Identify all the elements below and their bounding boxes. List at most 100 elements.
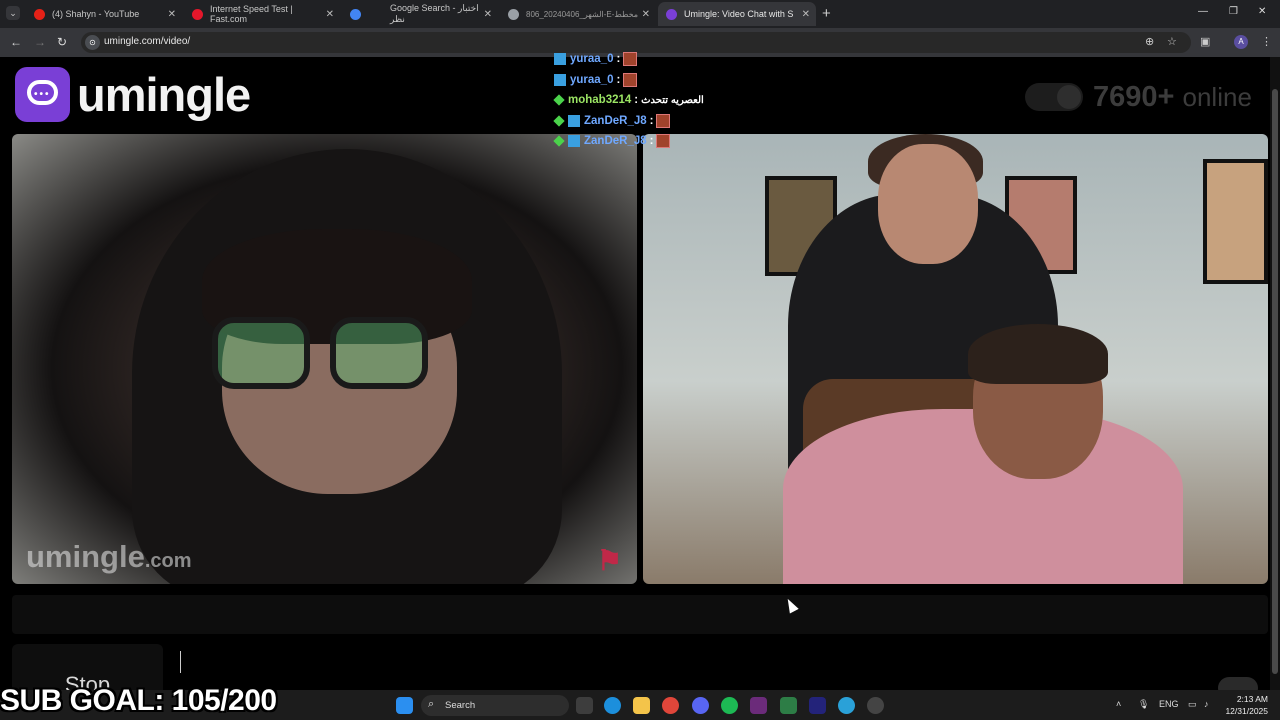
task-view-icon[interactable]	[576, 697, 593, 714]
site-info-icon[interactable]: ⊙	[85, 35, 100, 50]
page-content: ••• umingle 7690+ online umingle.com ⚑ y…	[0, 52, 1270, 720]
online-count-value: 7690+	[1093, 81, 1175, 113]
sub-badge-icon	[568, 135, 580, 148]
extensions-icon[interactable]: ▣	[1200, 35, 1210, 48]
close-tab-icon[interactable]: ✕	[802, 9, 810, 20]
emote-icon	[623, 72, 638, 87]
close-tab-icon[interactable]: ✕	[484, 9, 492, 20]
chat-message: yuraa_0:	[554, 49, 774, 70]
chat-username: ZanDeR_J8	[584, 135, 647, 148]
edge-icon[interactable]	[604, 697, 621, 714]
tab-title: 806_20240406_الشهر-E-مخطط	[526, 9, 639, 19]
windows-icon[interactable]	[396, 697, 413, 714]
url-text[interactable]: umingle.com/video/	[104, 36, 190, 47]
language-indicator[interactable]: ENG	[1159, 699, 1179, 709]
telegram-icon[interactable]	[838, 697, 855, 714]
online-counter: 7690+ online	[1093, 81, 1252, 114]
umingle-icon	[666, 8, 677, 20]
microphone-icon[interactable]: 🎙	[1138, 699, 1149, 710]
file-icon[interactable]	[780, 697, 797, 714]
page-scrollbar[interactable]	[1270, 57, 1280, 720]
tab-title: Umingle: Video Chat with S	[684, 9, 794, 19]
obs-icon[interactable]	[867, 697, 884, 714]
watermark-text: umingle	[26, 539, 145, 574]
close-window-button[interactable]: ✕	[1258, 6, 1266, 17]
discord-icon[interactable]	[692, 697, 709, 714]
google-icon	[350, 8, 361, 20]
chat-username: ZanDeR_J8	[584, 114, 647, 127]
close-tab-icon[interactable]: ✕	[168, 9, 176, 20]
chat-message: ZanDeR_J8:	[553, 111, 774, 132]
taskbar-search[interactable]: ⌕ Search	[421, 695, 569, 716]
spotify-icon[interactable]	[721, 697, 738, 714]
chat-bubble-icon: •••	[15, 67, 70, 122]
emote-icon	[656, 113, 671, 128]
chat-message: ZanDeR_J8:	[553, 131, 774, 152]
brand-name: umingle	[77, 68, 251, 121]
tab-youtube[interactable]: (4) Shahyn - YouTube ✕	[26, 2, 182, 26]
emote-icon	[656, 134, 671, 149]
chat-username: yuraa_0	[570, 53, 614, 66]
tab-title: Internet Speed Test | Fast.com	[210, 4, 293, 24]
chrome-icon[interactable]	[662, 697, 679, 714]
search-icon: ⌕	[428, 698, 435, 710]
sub-badge-icon	[568, 114, 580, 127]
pr-icon[interactable]	[809, 697, 826, 714]
chat-username: mohab3214	[568, 94, 632, 107]
text-caret	[180, 651, 181, 673]
stream-chat-overlay: yuraa_0: yuraa_0: mohab3214: العصريه تتح…	[553, 49, 774, 152]
tab-title: (4) Shahyn - YouTube	[52, 9, 140, 19]
tray-chevron-icon[interactable]: ˄	[1116, 699, 1121, 709]
browser-tab-strip: ⌄ (4) Shahyn - YouTube ✕ Internet Speed …	[0, 0, 1280, 28]
sub-badge-icon	[554, 53, 566, 66]
umingle-logo[interactable]: ••• umingle	[15, 67, 251, 122]
volume-icon[interactable]: ♪	[1204, 699, 1209, 709]
tab-document[interactable]: 806_20240406_الشهر-E-مخطط ✕	[500, 2, 656, 26]
menu-kebab-icon[interactable]: ⋮	[1261, 35, 1272, 48]
forward-icon[interactable]: →	[34, 35, 46, 49]
scrollbar-thumb[interactable]	[1272, 89, 1278, 674]
premiere-icon[interactable]	[750, 697, 767, 714]
chat-message: yuraa_0:	[554, 70, 774, 91]
new-tab-button[interactable]: +	[822, 5, 831, 22]
self-video	[643, 134, 1268, 584]
umingle-watermark: umingle.com	[26, 539, 192, 575]
chat-message: mohab3214: العصريه تتحدث	[553, 90, 774, 111]
sub-badge-icon	[554, 73, 566, 86]
fast-com-icon	[192, 8, 203, 20]
youtube-icon	[34, 8, 45, 20]
back-icon[interactable]: ←	[10, 35, 22, 49]
online-toggle[interactable]	[1025, 83, 1083, 111]
diamond-badge-icon	[553, 94, 565, 106]
tab-google[interactable]: Google Search - اختبار نظر ✕	[342, 2, 498, 26]
clock-date: 12/31/2025	[1225, 706, 1268, 716]
taskbar-clock[interactable]: 2:13 AM 12/31/2025	[1222, 693, 1268, 717]
bookmark-star-icon[interactable]: ☆	[1167, 35, 1177, 48]
folder-icon[interactable]	[633, 697, 650, 714]
diamond-badge-icon	[553, 135, 565, 147]
watermark-domain: .com	[144, 550, 192, 572]
reload-icon[interactable]: ↻	[57, 35, 67, 49]
zoom-icon[interactable]: ⊕	[1145, 35, 1154, 48]
report-logo-icon[interactable]: ⚑	[597, 544, 622, 577]
globe-icon	[508, 8, 519, 20]
chat-log-bar	[12, 595, 1268, 634]
tab-fast[interactable]: Internet Speed Test | Fast.com ✕	[184, 2, 340, 26]
chat-text: العصريه تتحدث	[641, 94, 704, 106]
close-tab-icon[interactable]: ✕	[642, 9, 650, 20]
minimize-button[interactable]: —	[1198, 6, 1208, 17]
chat-username: yuraa_0	[570, 73, 614, 86]
diamond-badge-icon	[553, 115, 565, 127]
stranger-video: umingle.com ⚑	[12, 134, 637, 584]
tab-search-menu-button[interactable]: ⌄	[6, 6, 20, 20]
tab-umingle[interactable]: Umingle: Video Chat with S ✕	[658, 2, 816, 26]
network-icon[interactable]: ▭	[1188, 699, 1197, 710]
online-label: online	[1182, 82, 1252, 112]
clock-time: 2:13 AM	[1236, 694, 1268, 704]
maximize-button[interactable]: ❐	[1229, 6, 1238, 17]
profile-avatar[interactable]: A	[1234, 35, 1248, 49]
wall-painting	[1203, 159, 1268, 284]
close-tab-icon[interactable]: ✕	[326, 9, 334, 20]
search-label: Search	[445, 700, 476, 711]
tab-title: Google Search - اختبار نظر	[390, 3, 479, 24]
